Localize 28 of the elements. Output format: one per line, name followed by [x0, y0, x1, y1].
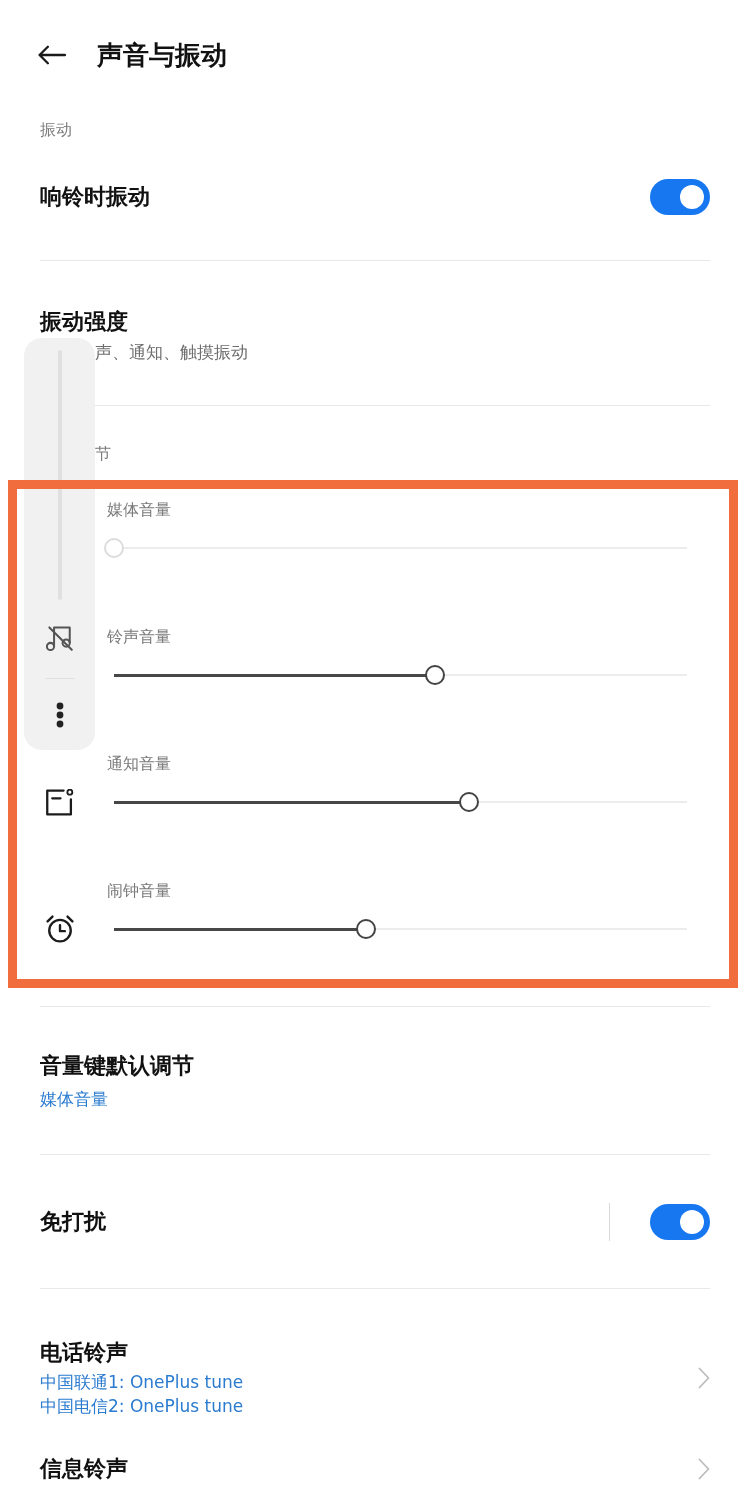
setting-value: 媒体音量 — [40, 1088, 108, 1111]
setting-title: 免打扰 — [40, 1208, 106, 1236]
toggle-switch[interactable] — [650, 179, 710, 215]
slider-label: 铃声音量 — [107, 626, 171, 648]
more-icon[interactable] — [55, 702, 64, 728]
section-heading: 节 — [95, 443, 111, 465]
music-note-off-icon[interactable] — [45, 624, 74, 651]
setting-title: 振动强度 — [40, 308, 128, 336]
page-title: 声音与振动 — [97, 39, 227, 72]
slider-thumb[interactable] — [356, 919, 377, 939]
slider-thumb[interactable] — [424, 665, 445, 685]
setting-title: 电话铃声 — [40, 1339, 128, 1367]
slider-thumb[interactable] — [459, 792, 480, 812]
setting-title: 信息铃声 — [40, 1455, 128, 1483]
toggle-switch[interactable] — [650, 1204, 710, 1240]
setting-value: 中国联通1: OnePlus tune — [40, 1371, 244, 1394]
section-heading: 振动 — [40, 119, 72, 141]
setting-title: 音量键默认调节 — [40, 1052, 194, 1080]
alarm-clock-icon — [46, 915, 74, 943]
back-arrow-icon[interactable] — [38, 45, 66, 65]
slider-label: 闹钟音量 — [107, 880, 171, 902]
setting-value: 中国电信2: OnePlus tune — [40, 1395, 244, 1418]
slider-label: 媒体音量 — [107, 499, 171, 521]
notification-icon — [46, 788, 74, 816]
volume-slider-track[interactable] — [57, 350, 62, 600]
slider-label: 通知音量 — [107, 753, 171, 775]
setting-subtitle: 声、通知、触摸振动 — [95, 341, 248, 364]
setting-title: 响铃时振动 — [40, 183, 150, 211]
